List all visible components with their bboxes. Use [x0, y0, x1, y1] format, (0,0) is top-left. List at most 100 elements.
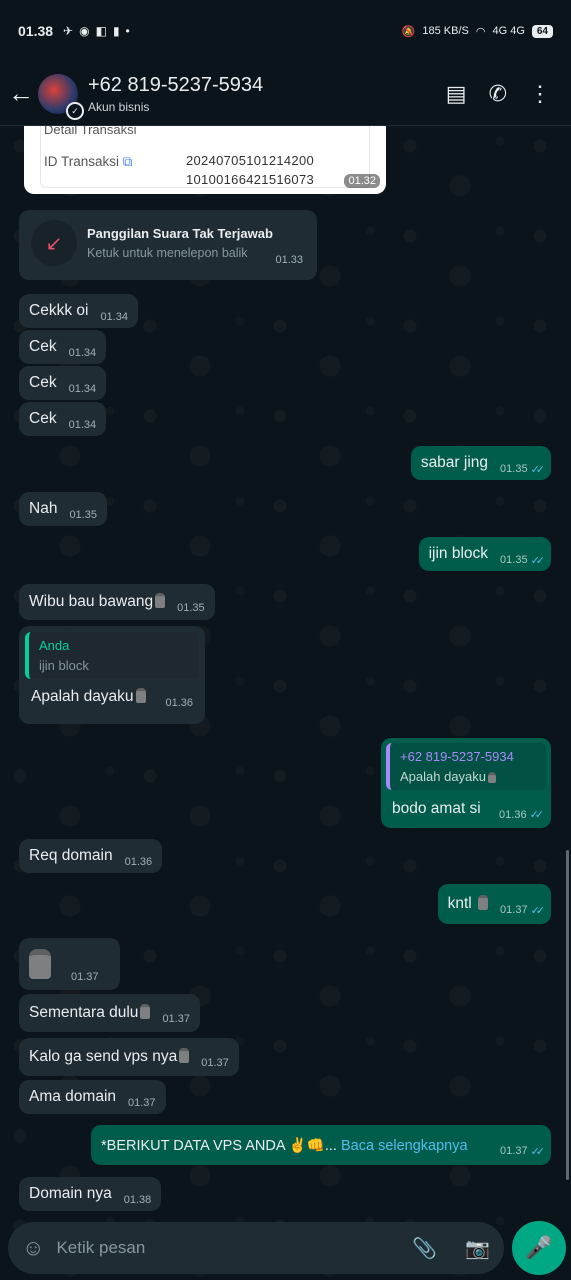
message-meta: 01.35 ✓✓	[500, 463, 546, 476]
message-input[interactable]: Ketik pesan	[56, 1238, 145, 1258]
message-meta: 01.35 ✓✓	[500, 554, 546, 567]
moai-emoji-icon	[155, 593, 166, 608]
incoming-message[interactable]: Nah 01.35	[19, 492, 107, 526]
status-time: 01.38	[18, 23, 54, 39]
quote-author: Anda	[39, 638, 70, 653]
incoming-message[interactable]: Cek 01.34	[19, 402, 107, 436]
read-ticks-icon: ✓✓	[530, 554, 546, 567]
message-time: 01.33	[275, 254, 303, 266]
header-actions: ▤ ✆ ⋮	[446, 81, 563, 107]
chat-header: ← ✓ +62 819-5237-5934 Akun bisnis ▤ ✆ ⋮	[0, 62, 571, 126]
message-time: 01.36	[124, 856, 153, 868]
incoming-message[interactable]: Sementara dulu 01.37	[19, 994, 200, 1032]
status-bar: 01.38 ✈ ◉ ◧ ▮ • 🔕 185 KB/S ◠ 4G 4G 64	[0, 0, 571, 62]
moai-emoji-icon	[135, 688, 146, 703]
status-right: 🔕 185 KB/S ◠ 4G 4G 64	[401, 24, 553, 38]
quote-author: +62 819-5237-5934	[400, 749, 514, 764]
message-meta: 01.36 ✓✓	[499, 808, 545, 822]
message-time: 01.37	[128, 1097, 156, 1109]
message-input-bar: ☺ Ketik pesan 📎 📷	[8, 1222, 504, 1274]
network-speed: 185 KB/S	[422, 25, 469, 37]
moai-emoji-icon	[478, 895, 489, 910]
attach-icon[interactable]: 📎	[412, 1236, 437, 1261]
read-ticks-icon: ✓✓	[529, 809, 545, 821]
outgoing-message[interactable]: sabar jing 01.35 ✓✓	[410, 446, 551, 480]
menu-icon[interactable]: ⋮	[529, 81, 551, 107]
emoji-icon[interactable]: ☺	[22, 1235, 44, 1261]
quote-text: ijin block	[39, 658, 89, 673]
message-time: 01.35	[69, 509, 97, 521]
message-time: 01.37	[71, 971, 99, 983]
receipt-label: ID Transaksi ⧉	[44, 154, 133, 169]
moai-emoji-icon	[488, 772, 497, 783]
app-icon: ▮	[112, 24, 120, 38]
incoming-message[interactable]: Kalo ga send vps nya 01.37	[19, 1038, 239, 1076]
receipt-value: 20240705101214200 10100166421516073 464	[186, 153, 315, 187]
camera-icon[interactable]: 📷	[465, 1236, 490, 1261]
quoted-message[interactable]: +62 819-5237-5934 Apalah dayaku	[386, 743, 546, 790]
mic-icon: 🎤	[525, 1235, 553, 1260]
missed-call-message[interactable]: ↙ Panggilan Suara Tak Terjawab Ketuk unt…	[19, 210, 317, 280]
read-ticks-icon: ✓✓	[530, 1145, 546, 1158]
contact-info[interactable]: +62 819-5237-5934 Akun bisnis	[88, 74, 263, 114]
incoming-emoji-message[interactable]: 01.37	[19, 938, 120, 990]
moai-emoji-icon	[179, 1048, 190, 1063]
quote-text: Apalah dayaku	[400, 769, 536, 784]
store-icon[interactable]: ▤	[446, 81, 467, 107]
notification-icons: ✈ ◉ ◧ ▮ •	[63, 24, 130, 38]
message-time: 01.35	[177, 602, 205, 614]
missed-call-title: Panggilan Suara Tak Terjawab	[87, 226, 273, 241]
add-call-icon[interactable]: ✆	[489, 81, 507, 107]
telegram-icon: ✈	[63, 24, 74, 38]
read-ticks-icon: ✓✓	[530, 463, 546, 476]
dot-icon: •	[125, 24, 130, 38]
receipt-title: Detail Transaksi	[44, 126, 137, 137]
message-time: 01.37	[162, 1013, 190, 1025]
outgoing-message[interactable]: kntl 01.37 ✓✓	[437, 884, 551, 924]
incoming-message[interactable]: Cekkk oi 01.34	[19, 294, 138, 328]
moai-emoji-icon	[29, 949, 51, 979]
incoming-message[interactable]: Domain nya 01.38	[19, 1177, 162, 1211]
message-time: 01.32	[344, 174, 380, 188]
battery-icon: 64	[531, 24, 553, 38]
app-icon: ◧	[95, 24, 107, 38]
input-actions: 📎 📷	[412, 1236, 490, 1261]
incoming-reply-message[interactable]: Anda ijin block Apalah dayaku 01.36	[19, 626, 205, 724]
mute-icon: 🔕	[401, 25, 416, 38]
outgoing-reply-message[interactable]: +62 819-5237-5934 Apalah dayaku bodo ama…	[381, 738, 551, 828]
message-time: 01.34	[100, 311, 128, 323]
quoted-message[interactable]: Anda ijin block	[25, 632, 199, 679]
message-time: 01.34	[68, 383, 97, 395]
incoming-message[interactable]: Req domain 01.36	[19, 839, 163, 873]
copy-icon: ⧉	[122, 154, 133, 169]
message-time: 01.34	[68, 419, 97, 431]
read-more-link[interactable]: Baca selengkapnya	[341, 1138, 468, 1154]
message-time: 01.36	[165, 697, 193, 709]
moai-emoji-icon	[140, 1004, 151, 1019]
incoming-message[interactable]: Wibu bau bawang 01.35	[19, 584, 215, 620]
scrollbar[interactable]	[566, 850, 569, 1180]
message-time: 01.38	[123, 1194, 152, 1206]
business-badge-icon: ✓	[66, 101, 84, 120]
message-meta: 01.37 ✓✓	[500, 904, 546, 917]
message-time: 01.34	[68, 347, 97, 359]
contact-subtitle: Akun bisnis	[88, 99, 150, 114]
signal-label: 4G 4G	[492, 25, 525, 37]
message-meta: 01.37 ✓✓	[500, 1145, 546, 1158]
missed-call-icon: ↙	[31, 220, 77, 266]
missed-call-subtitle: Ketuk untuk menelepon balik	[87, 246, 248, 260]
contact-name[interactable]: +62 819-5237-5934	[88, 74, 263, 97]
avatar[interactable]: ✓	[38, 73, 84, 120]
wifi-icon: ◠	[475, 25, 486, 38]
back-arrow-icon[interactable]: ←	[8, 78, 34, 109]
mic-button[interactable]: 🎤	[512, 1221, 566, 1275]
read-ticks-icon: ✓✓	[530, 904, 546, 917]
messenger-icon: ◉	[79, 24, 90, 38]
message-time: 01.37	[201, 1057, 229, 1069]
incoming-message[interactable]: Ama domain 01.37	[19, 1080, 166, 1114]
incoming-message[interactable]: Cek 01.34	[19, 366, 107, 400]
image-message[interactable]: Detail Transaksi ID Transaksi ⧉ 20240705…	[24, 126, 386, 194]
outgoing-message[interactable]: ijin block 01.35 ✓✓	[418, 537, 551, 571]
outgoing-message[interactable]: *BERIKUT DATA VPS ANDA ✌️👊... Baca selen…	[91, 1125, 551, 1165]
incoming-message[interactable]: Cek 01.34	[19, 330, 107, 364]
